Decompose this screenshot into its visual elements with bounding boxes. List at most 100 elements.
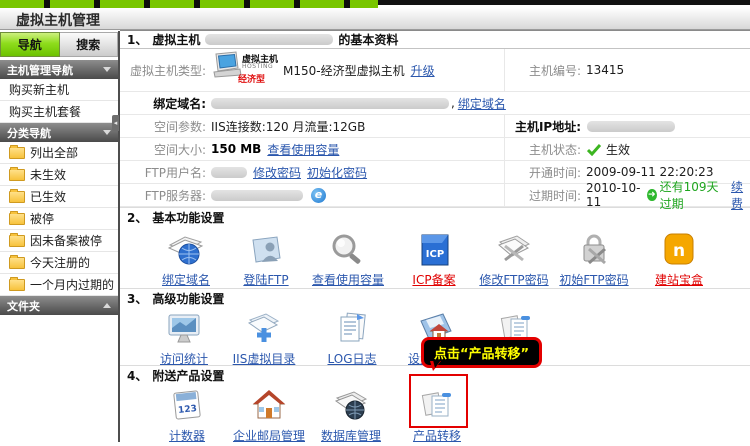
sidebar: 导航 搜索 主机管理导航 购买新主机 购买主机套餐 分类导航 列出全部 未生效 … (0, 31, 120, 442)
field-label: FTP服务器: (120, 187, 206, 204)
feature-label[interactable]: 建站宝盒 (655, 273, 703, 287)
svg-text:n: n (673, 241, 685, 261)
section-title: 基本功能设置 (152, 209, 224, 226)
bind-domain-link[interactable]: 绑定域名 (458, 95, 506, 112)
feature-init-ftp-password[interactable]: 初始FTP密码 (546, 232, 642, 288)
chevron-down-icon (103, 130, 111, 135)
row-space-params: 空间参数: IIS连接数:120 月流量:12GB 主机IP地址: (120, 115, 750, 138)
feature-label[interactable]: 绑定域名 (162, 273, 210, 287)
group-header-folders[interactable]: 文件夹 (0, 296, 118, 315)
renew-link[interactable]: 续费 (731, 178, 750, 212)
feature-label[interactable]: IIS虚拟目录 (233, 352, 296, 366)
feature-label[interactable]: LOG日志 (327, 352, 376, 366)
folder-icon (9, 191, 25, 203)
folder-icon (9, 147, 25, 159)
folder-icon (9, 279, 25, 291)
sidebar-item-label: 列出全部 (30, 144, 78, 161)
database-globe-folder-icon (303, 388, 399, 426)
row-host-type: 虚拟主机类型: 虚拟主机 HOSTING 经济型 M150-经济型虚拟主机 升级… (120, 49, 750, 92)
feature-label[interactable]: 产品转移 (413, 429, 461, 443)
folder-icon (9, 235, 25, 247)
callout-tail-inner (433, 360, 441, 374)
row-space-size: 空间大小: 150 MB 查看使用容量 主机状态: 生效 (120, 138, 750, 161)
sidebar-item-not-active[interactable]: 未生效 (0, 164, 118, 186)
change-password-link[interactable]: 修改密码 (253, 164, 301, 181)
section-title: 虚拟主机 (152, 31, 200, 48)
tab-label: 搜索 (76, 36, 100, 53)
sidebar-item-expiring-in-month[interactable]: 一个月内过期的 (0, 274, 118, 296)
sidebar-item-label: 购买主机套餐 (9, 103, 81, 120)
field-label: 主机状态: (505, 141, 581, 158)
feature-label[interactable]: 登陆FTP (243, 273, 288, 287)
feature-view-usage[interactable]: 查看使用容量 (300, 232, 396, 288)
field-label: 主机IP地址: (505, 118, 581, 135)
check-icon (587, 142, 601, 156)
page-title: 虚拟主机管理 (16, 10, 100, 30)
top-strip-black-bar (378, 0, 750, 5)
days-remaining-text: 还有109天过期 (660, 178, 725, 212)
group-header-label: 分类导航 (7, 125, 51, 141)
section-title: 高级功能设置 (152, 290, 224, 307)
tab-navigation[interactable]: 导航 (0, 32, 60, 57)
reset-password-link[interactable]: 初始化密码 (307, 164, 367, 181)
feature-label[interactable]: 访问统计 (160, 352, 208, 366)
tab-label: 导航 (18, 36, 42, 53)
space-size-value: 150 MB (211, 142, 261, 156)
row-ftp-user: FTP用户名: 修改密码 初始化密码 开通时间: 2009-09-11 22:2… (120, 161, 750, 184)
section2-features: 绑定域名 登陆FTP 查看使用容量 (120, 226, 750, 288)
folder-icon (9, 169, 25, 181)
field-label: FTP用户名: (120, 164, 206, 181)
separator-text: , (451, 96, 455, 110)
badge-text: 经济型 (238, 72, 265, 85)
field-label: 空间大小: (120, 141, 206, 158)
group-header-host-management[interactable]: 主机管理导航 (0, 60, 118, 79)
feature-log[interactable]: LOG日志 (304, 311, 400, 367)
open-time-value: 2009-09-11 22:20:23 (586, 165, 713, 179)
feature-label[interactable]: ICP备案 (412, 273, 455, 287)
row-expire-time: 过期时间: 2010-10-11 ➜ 还有109天过期 续费 (504, 184, 750, 206)
ie-browser-icon[interactable]: e (311, 188, 326, 203)
magnifier-icon (300, 232, 396, 270)
tab-search[interactable]: 搜索 (60, 32, 119, 57)
masked-domain-value (211, 98, 449, 109)
feature-database-management[interactable]: 数据库管理 (303, 388, 399, 444)
row-host-status: 主机状态: 生效 (504, 138, 750, 160)
feature-iis-virtual-dir[interactable]: IIS虚拟目录 (216, 311, 312, 367)
sidebar-item-label: 被停 (30, 210, 54, 227)
section-number: 1、 (127, 31, 147, 48)
top-strip-green-segments (0, 0, 378, 8)
feature-label[interactable]: 查看使用容量 (312, 273, 384, 287)
feature-label[interactable]: 计数器 (169, 429, 205, 443)
feature-sitebuilder-box[interactable]: n 建站宝盒 (631, 232, 727, 288)
feature-label[interactable]: 企业邮局管理 (233, 429, 305, 443)
sidebar-item-buy-new-host[interactable]: 购买新主机 (0, 79, 118, 101)
chevron-up-icon (103, 303, 111, 308)
sidebar-item-label: 已生效 (30, 188, 66, 205)
sidebar-item-registered-today[interactable]: 今天注册的 (0, 252, 118, 274)
sidebar-item-active[interactable]: 已生效 (0, 186, 118, 208)
sidebar-item-buy-host-plan[interactable]: 购买主机套餐 (0, 101, 118, 123)
host-status-value: 生效 (606, 141, 630, 158)
field-label: 过期时间: (505, 187, 581, 204)
section-number: 4、 (127, 367, 147, 384)
feature-label[interactable]: 修改FTP密码 (479, 273, 548, 287)
row-host-id: 主机编号: 13415 (504, 49, 750, 91)
expire-date-value: 2010-10-11 (586, 181, 641, 209)
upgrade-link[interactable]: 升级 (411, 62, 435, 79)
group-header-category-nav[interactable]: 分类导航 (0, 123, 118, 142)
virtual-host-manager-page: { "page": { "title": "虚拟主机管理" }, "sideba… (0, 0, 750, 442)
section-title-suffix: 的基本资料 (338, 31, 398, 48)
sidebar-tabs: 导航 搜索 (0, 32, 118, 57)
sidebar-item-label: 因未备案被停 (30, 232, 102, 249)
feature-label[interactable]: 数据库管理 (321, 429, 381, 443)
feature-label[interactable]: 初始FTP密码 (559, 273, 628, 287)
masked-ftp-user (211, 167, 247, 178)
sidebar-item-stopped-no-icp[interactable]: 因未备案被停 (0, 230, 118, 252)
n-box-icon: n (631, 232, 727, 270)
group-header-label: 文件夹 (7, 298, 40, 314)
sidebar-item-stopped[interactable]: 被停 (0, 208, 118, 230)
sidebar-collapse-handle[interactable]: ◂ (112, 115, 119, 131)
section-number: 2、 (127, 209, 147, 226)
view-usage-link[interactable]: 查看使用容量 (267, 141, 339, 158)
sidebar-item-list-all[interactable]: 列出全部 (0, 142, 118, 164)
